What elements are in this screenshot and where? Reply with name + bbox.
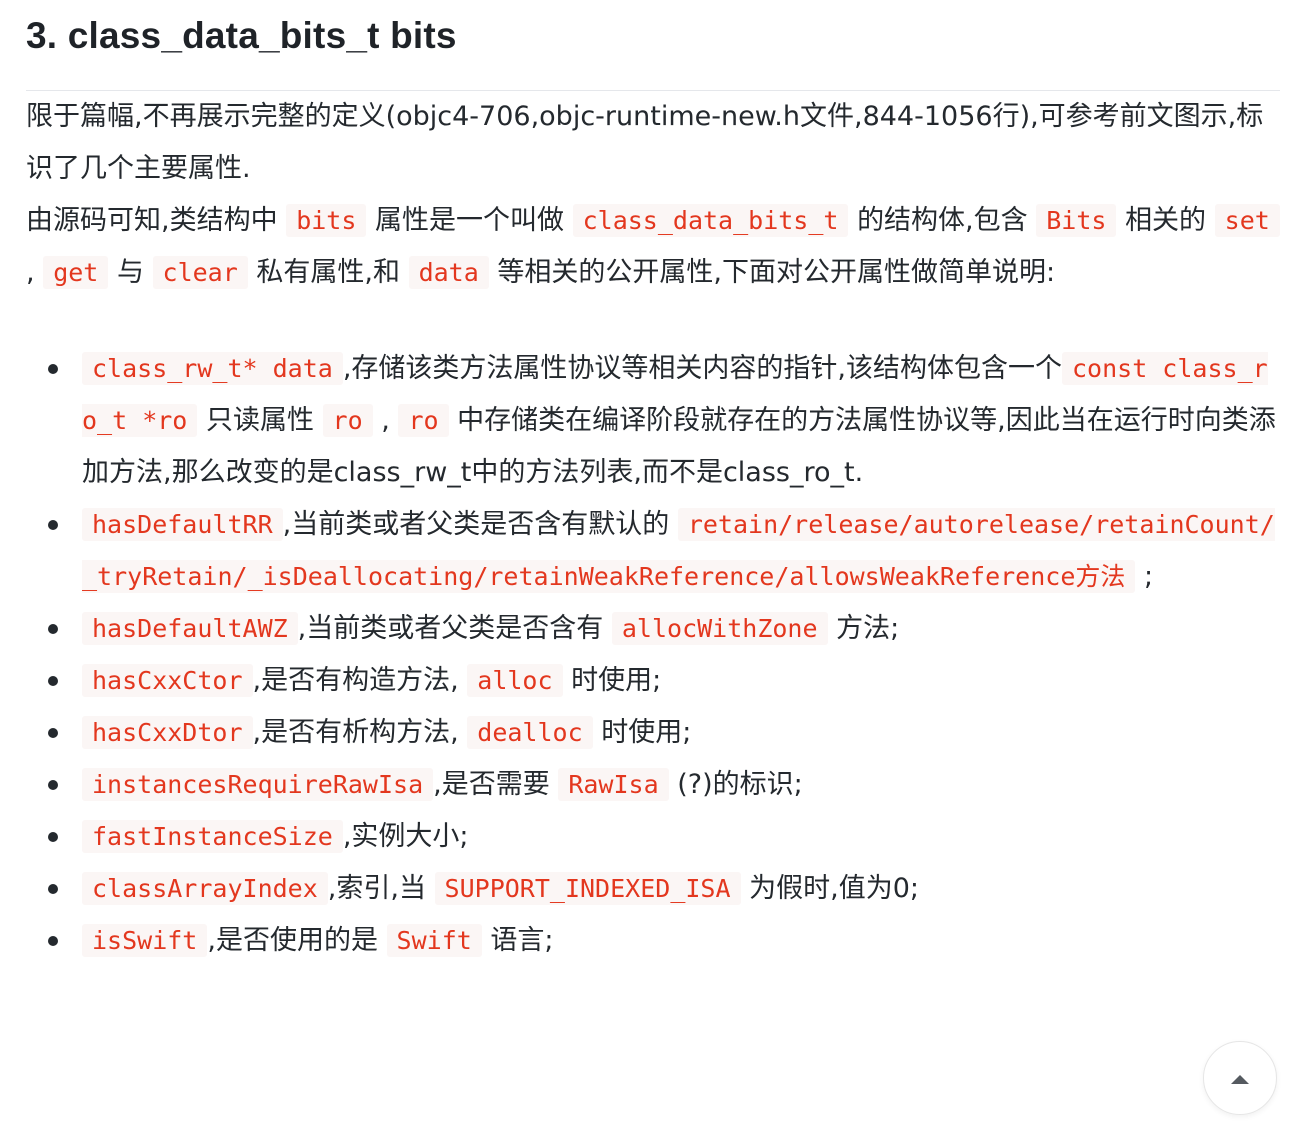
- back-to-top-button[interactable]: [1203, 1041, 1277, 1115]
- text-segment: 只读属性: [205, 405, 314, 436]
- bullet-icon: [48, 884, 58, 894]
- list-item: instancesRequireRawIsa ,是否需要 RawIsa (?)的标…: [26, 759, 1280, 811]
- bullet-icon: [48, 624, 58, 634]
- list-item: hasCxxCtor ,是否有构造方法, alloc 时使用;: [26, 655, 1280, 707]
- text-segment: 时使用;: [571, 665, 662, 696]
- inline-code: SUPPORT_INDEXED_ISA: [434, 872, 741, 905]
- inline-code: ro: [398, 404, 449, 437]
- list-item: class_rw_t* data ,存储该类方法属性协议等相关内容的指针,该结构体…: [26, 343, 1280, 499]
- text-segment: 相关的: [1125, 205, 1207, 236]
- list-item: hasCxxDtor ,是否有析构方法, dealloc 时使用;: [26, 707, 1280, 759]
- inline-code: class_data_bits_t: [572, 204, 849, 237]
- text-segment: ,是否有析构方法,: [252, 717, 459, 748]
- text-segment: 与: [116, 257, 144, 288]
- bullet-icon: [48, 832, 58, 842]
- text-segment: 私有属性,和: [256, 257, 400, 288]
- inline-code: hasCxxDtor: [82, 716, 253, 749]
- inline-code: alloc: [467, 664, 563, 697]
- article: 3. class_data_bits_t bits 限于篇幅,不再展示完整的定义…: [26, 0, 1280, 967]
- text-segment: ,是否使用的是: [207, 925, 378, 956]
- section-heading: 3. class_data_bits_t bits: [26, 15, 457, 56]
- inline-code: isSwift: [82, 924, 208, 957]
- text-segment: ,: [26, 257, 35, 288]
- list-item: hasDefaultRR ,当前类或者父类是否含有默认的 retain/relea…: [26, 499, 1280, 603]
- inline-code: hasDefaultAWZ: [82, 612, 298, 645]
- text-segment: ,是否需要: [433, 769, 550, 800]
- inline-code: hasDefaultRR: [82, 508, 283, 541]
- text-segment: (?)的标识;: [677, 769, 803, 800]
- text-segment: 方法;: [836, 613, 900, 644]
- inline-code: dealloc: [467, 716, 593, 749]
- inline-code: bits: [286, 204, 367, 237]
- bullet-icon: [48, 936, 58, 946]
- inline-code: get: [43, 256, 109, 289]
- text-segment: 为假时,值为0;: [749, 873, 919, 904]
- inline-code: data: [408, 256, 489, 289]
- text-segment: 语言;: [490, 925, 554, 956]
- inline-code: Swift: [386, 924, 482, 957]
- text-segment: ,是否有构造方法,: [252, 665, 459, 696]
- list-item: isSwift ,是否使用的是 Swift 语言;: [26, 915, 1280, 967]
- text-segment: 的结构体,包含: [857, 205, 1028, 236]
- chevron-up-icon: [1231, 1075, 1249, 1084]
- inline-code: instancesRequireRawIsa: [82, 768, 434, 801]
- inline-code: class_rw_t* data: [82, 352, 343, 385]
- list-item: classArrayIndex ,索引,当 SUPPORT_INDEXED_ISA…: [26, 863, 1280, 915]
- bullet-icon: [48, 364, 58, 374]
- text-segment: 属性是一个叫做: [375, 205, 564, 236]
- text-segment: ;: [1143, 561, 1154, 592]
- inline-code: ro: [322, 404, 373, 437]
- inline-code: RawIsa: [558, 768, 669, 801]
- intro-paragraph: 限于篇幅,不再展示完整的定义(objc4-706,objc-runtime-ne…: [26, 101, 1264, 184]
- inline-code: Bits: [1036, 204, 1117, 237]
- text-segment: ,存储该类方法属性协议等相关内容的指针,该结构体包含一个: [342, 353, 1062, 384]
- list-item: fastInstanceSize ,实例大小;: [26, 811, 1280, 863]
- property-list: class_rw_t* data ,存储该类方法属性协议等相关内容的指针,该结构体…: [26, 343, 1280, 967]
- text-segment: 等相关的公开属性,下面对公开属性做简单说明:: [497, 257, 1056, 288]
- text-segment: ,当前类或者父类是否含有: [297, 613, 604, 644]
- text-segment: ,当前类或者父类是否含有默认的: [282, 509, 670, 540]
- text-segment: ,: [381, 405, 390, 436]
- bullet-icon: [48, 520, 58, 530]
- inline-code: set: [1214, 204, 1280, 237]
- source-description-paragraph: 由源码可知,类结构中 bits 属性是一个叫做 class_data_bits_…: [26, 195, 1280, 299]
- inline-code: classArrayIndex: [82, 872, 328, 905]
- inline-code: clear: [152, 256, 248, 289]
- list-item: hasDefaultAWZ ,当前类或者父类是否含有 allocWithZone …: [26, 603, 1280, 655]
- text-segment: ,实例大小;: [342, 821, 469, 852]
- text-segment: 时使用;: [601, 717, 692, 748]
- text-segment: 由源码可知,类结构中: [26, 205, 278, 236]
- inline-code: fastInstanceSize: [82, 820, 343, 853]
- inline-code: allocWithZone: [611, 612, 828, 645]
- bullet-icon: [48, 780, 58, 790]
- inline-code: hasCxxCtor: [82, 664, 253, 697]
- bullet-icon: [48, 676, 58, 686]
- bullet-icon: [48, 728, 58, 738]
- text-segment: ,索引,当: [327, 873, 426, 904]
